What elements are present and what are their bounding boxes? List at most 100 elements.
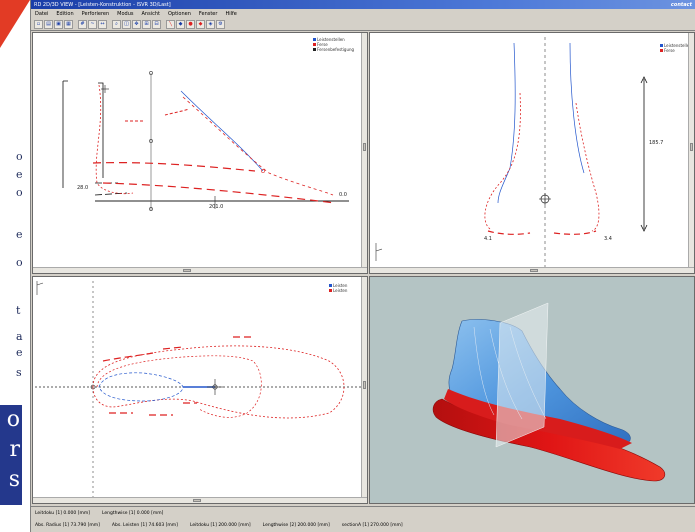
zoom-icon[interactable]: ⌕ <box>112 19 121 29</box>
left-base-red <box>487 230 531 235</box>
scrollbar-h[interactable] <box>33 267 367 273</box>
legend-swatch <box>313 38 316 41</box>
shade-icon[interactable]: ◈ <box>206 19 215 29</box>
top-view-drawing <box>35 281 363 497</box>
scrollbar-v[interactable] <box>361 277 367 497</box>
scroll-thumb[interactable] <box>183 269 191 272</box>
status-section: sectionA [1] 270.000 [mm] <box>341 522 403 528</box>
menu-edit[interactable]: Edition <box>56 11 73 17</box>
edge-dashes-bottom <box>109 402 197 416</box>
curve-icon[interactable]: ~ <box>88 19 97 29</box>
color-icon[interactable]: ◆ <box>196 19 205 29</box>
viewport-side[interactable]: Leistenstellen Ferse Fersenbefestigung 2… <box>32 32 368 274</box>
axis-indicator <box>36 281 44 295</box>
zoom-box-icon[interactable]: ◫ <box>122 19 131 29</box>
menu-perforate[interactable]: Perforieren <box>82 11 110 17</box>
dim-right: 3.4 <box>604 236 612 242</box>
side-view-drawing <box>62 71 349 211</box>
menu-options[interactable]: Optionen <box>168 11 191 17</box>
right-contour-red <box>575 102 600 232</box>
save-icon[interactable]: ▣ <box>54 19 63 29</box>
status-lengthwise: Lengthwise [1] 0.000 [mm] <box>101 510 164 516</box>
text-fragment: s <box>16 366 22 379</box>
top-line-red <box>182 96 334 196</box>
text-fragment: e <box>16 228 23 241</box>
legend-swatch <box>313 48 316 51</box>
status-row-2: Abs. Radius [1] 73.790 [mm] Abs. Leisten… <box>31 519 695 531</box>
heel-bracket <box>62 80 104 188</box>
background-document: o e o e o t a e s o r s <box>0 0 30 532</box>
legend-entry: Leisten <box>329 288 347 293</box>
side-legend: Leistenstellen Ferse Fersenbefestigung <box>313 37 354 52</box>
text-fragment: e <box>16 346 23 359</box>
menu-file[interactable]: Datei <box>35 11 48 17</box>
block-letter: r <box>9 437 20 462</box>
print-icon[interactable]: ▦ <box>64 19 73 29</box>
align-icon[interactable]: ⊟ <box>152 19 161 29</box>
left-contour-red <box>484 92 521 230</box>
scroll-thumb[interactable] <box>363 381 366 389</box>
top-legend: Leisten Leisten <box>329 283 347 293</box>
scrollbar-v[interactable] <box>688 33 694 267</box>
top-line-blue <box>180 90 264 172</box>
viewport-3d[interactable] <box>369 276 695 504</box>
rear-view-drawing <box>375 37 648 269</box>
dim-left: 4.1 <box>484 236 492 242</box>
render-icon[interactable]: ● <box>186 19 195 29</box>
settings-icon[interactable]: ⚙ <box>216 19 225 29</box>
scrollbar-v[interactable] <box>361 33 367 267</box>
text-fragment: a <box>16 330 23 343</box>
dim-left: 28.0 <box>77 185 89 191</box>
scrollbar-h[interactable] <box>33 497 367 503</box>
legend-swatch <box>660 44 663 47</box>
app-window: RD 2D/3D VIEW - [Leisten-Konstruktion - … <box>30 0 695 532</box>
cutting-plane <box>495 302 549 448</box>
sole-line-red <box>102 182 336 204</box>
status-bar: Leitdoku [1] 0.000 [mm] Lengthwise [1] 0… <box>31 506 695 532</box>
status-abs-radius: Abs. Radius [1] 73.790 [mm] <box>35 522 100 528</box>
menu-window[interactable]: Fenster <box>199 11 218 17</box>
axis-indicator <box>375 243 383 261</box>
heel-outline <box>94 182 128 196</box>
status-row-1: Leitdoku [1] 0.000 [mm] Lengthwise [1] 0… <box>31 507 695 519</box>
status-leitdoku: Leitdoku [1] 0.000 [mm] <box>35 510 90 516</box>
scroll-thumb[interactable] <box>193 499 201 502</box>
menu-mode[interactable]: Modus <box>117 11 133 17</box>
brand-logo: contact <box>670 1 692 8</box>
scroll-thumb[interactable] <box>530 269 538 272</box>
dim-end: 0.0 <box>339 192 347 198</box>
menu-help[interactable]: Hilfe <box>225 11 236 17</box>
mid-section-red <box>92 162 256 172</box>
new-icon[interactable]: ▫ <box>34 19 43 29</box>
pan-icon[interactable]: ✥ <box>132 19 141 29</box>
rear-legend: Leistenstellen Ferse <box>660 43 692 53</box>
fit-icon[interactable]: ⊞ <box>142 19 151 29</box>
blue-text-block: o r s <box>0 405 22 505</box>
menu-view[interactable]: Ansicht <box>141 11 159 17</box>
viewport-rear[interactable]: Leistenstellen Ferse 185.7 4.1 3.4 <box>369 32 695 274</box>
3d-model <box>432 302 666 482</box>
screen: o e o e o t a e s o r s RD 2D/3D VIEW - … <box>0 0 695 532</box>
right-base-red <box>553 230 597 235</box>
viewport-top[interactable]: Leisten Leisten <box>32 276 368 504</box>
heel-curve <box>95 84 134 195</box>
line-icon[interactable]: ╲ <box>166 19 175 29</box>
measure-icon[interactable]: ↔ <box>98 19 107 29</box>
status-leitdoku-2: Leitdoku [1] 200.000 [mm] <box>189 522 251 528</box>
grid-icon[interactable]: # <box>78 19 87 29</box>
open-icon[interactable]: ▤ <box>44 19 53 29</box>
legend-swatch <box>329 289 332 292</box>
title-bar[interactable]: RD 2D/3D VIEW - [Leisten-Konstruktion - … <box>31 0 695 9</box>
block-letter: s <box>8 467 20 492</box>
inner-outline-red <box>96 355 262 418</box>
text-fragment: e <box>16 168 23 181</box>
scroll-thumb[interactable] <box>690 143 693 151</box>
left-contour-blue <box>497 42 516 204</box>
3d-icon[interactable]: ◆ <box>176 19 185 29</box>
text-fragment: t <box>16 304 21 317</box>
scroll-thumb[interactable] <box>363 143 366 151</box>
legend-swatch <box>660 49 663 52</box>
scrollbar-h[interactable] <box>370 267 694 273</box>
red-corner-decoration <box>0 0 30 48</box>
status-abs-leisten: Abs. Leisten [1] 74.603 [mm] <box>111 522 178 528</box>
